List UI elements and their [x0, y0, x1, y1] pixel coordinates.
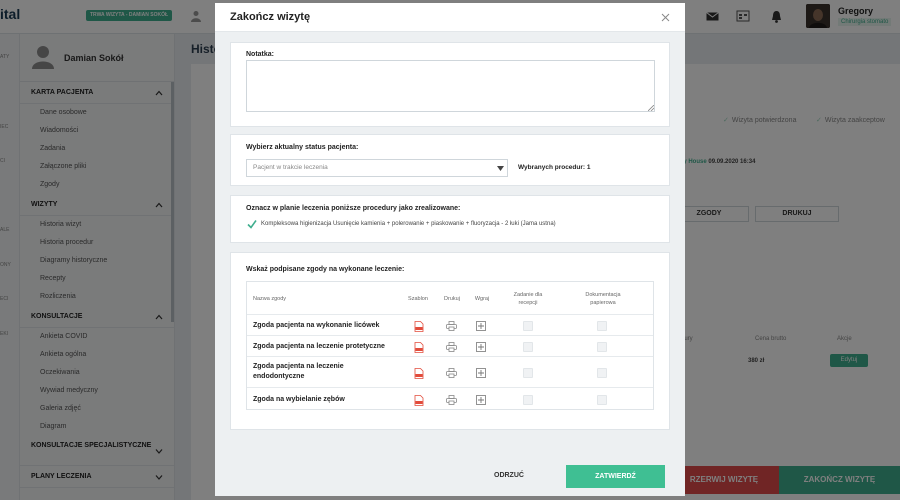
paper-docs-checkbox[interactable] — [597, 341, 607, 352]
reception-task-checkbox[interactable] — [523, 367, 533, 378]
consent-row: Zgoda pacjenta na wykonanie licówek — [247, 314, 653, 335]
printer-icon[interactable] — [446, 395, 457, 406]
printer-icon[interactable] — [446, 341, 457, 353]
finish-visit-modal: Zakończ wizytę Notatka: Wybierz aktualny… — [215, 3, 685, 496]
reception-task-checkbox[interactable] — [523, 320, 533, 331]
confirm-button[interactable]: ZATWIERDŹ — [566, 465, 665, 488]
consent-row: Zgoda pacjenta na leczenie protetyczne — [247, 335, 653, 356]
modal-header: Zakończ wizytę — [215, 3, 685, 32]
consent-name: Zgoda pacjenta na leczenie protetyczne — [253, 342, 385, 350]
col-template: Szablon — [408, 296, 428, 302]
paper-docs-checkbox[interactable] — [597, 395, 607, 405]
pdf-icon[interactable] — [414, 341, 424, 353]
caret-down-icon — [497, 166, 504, 171]
col-print: Drukuj — [444, 296, 460, 302]
col-consent-name: Nazwa zgody — [253, 296, 287, 302]
status-card: Wybierz aktualny status pacjenta: Pacjen… — [230, 134, 670, 186]
pdf-icon[interactable] — [414, 395, 424, 406]
consents-label: Wskaż podpisane zgody na wykonane leczen… — [246, 266, 405, 273]
resize-grip-icon[interactable] — [648, 105, 654, 111]
patient-status-value: Pacjent w trakcie leczenia — [253, 164, 328, 171]
note-field[interactable] — [246, 60, 655, 112]
note-label: Notatka: — [246, 51, 275, 58]
consent-row: Zgoda pacjenta na leczenie endodontyczne — [247, 356, 653, 387]
consent-name: Zgoda na wybielanie zębów — [253, 396, 345, 403]
consents-table: Nazwa zgody Szablon Drukuj Wgraj Zadanie… — [246, 281, 654, 410]
col-reception-task: Zadanie dla recepcji — [513, 292, 543, 306]
printer-icon[interactable] — [446, 320, 457, 332]
pdf-icon[interactable] — [414, 320, 424, 332]
procedures-label: Oznacz w planie leczenia poniższe proced… — [246, 205, 461, 212]
modal-title: Zakończ wizytę — [230, 11, 311, 23]
upload-plus-icon[interactable] — [476, 395, 486, 406]
reception-task-checkbox[interactable] — [523, 395, 533, 405]
close-icon[interactable] — [661, 13, 670, 22]
cancel-button[interactable]: ODRZUĆ — [494, 472, 524, 479]
consent-name: Zgoda pacjenta na wykonanie licówek — [253, 321, 380, 329]
reception-task-checkbox[interactable] — [523, 341, 533, 352]
upload-plus-icon[interactable] — [476, 341, 486, 353]
consent-name: Zgoda pacjenta na leczenie endodontyczne — [253, 363, 344, 380]
col-paper-docs: Dokumentacja papierowa — [585, 292, 621, 306]
upload-plus-icon[interactable] — [476, 367, 486, 379]
col-upload: Wgraj — [474, 296, 490, 302]
paper-docs-checkbox[interactable] — [597, 367, 607, 378]
note-card: Notatka: — [230, 42, 670, 127]
consent-row: Zgoda na wybielanie zębów — [247, 387, 653, 411]
paper-docs-checkbox[interactable] — [597, 320, 607, 331]
consents-card: Wskaż podpisane zgody na wykonane leczen… — [230, 252, 670, 430]
check-icon[interactable] — [247, 219, 257, 229]
selected-procedures-count: Wybranych procedur: 1 — [518, 164, 591, 171]
procedure-item[interactable]: Kompleksowa higienizacja Usunięcie kamie… — [261, 221, 556, 227]
status-label: Wybierz aktualny status pacjenta: — [246, 144, 359, 151]
upload-plus-icon[interactable] — [476, 320, 486, 332]
procedures-card: Oznacz w planie leczenia poniższe proced… — [230, 195, 670, 243]
patient-status-select[interactable]: Pacjent w trakcie leczenia — [246, 159, 508, 177]
pdf-icon[interactable] — [414, 367, 424, 379]
printer-icon[interactable] — [446, 367, 457, 379]
